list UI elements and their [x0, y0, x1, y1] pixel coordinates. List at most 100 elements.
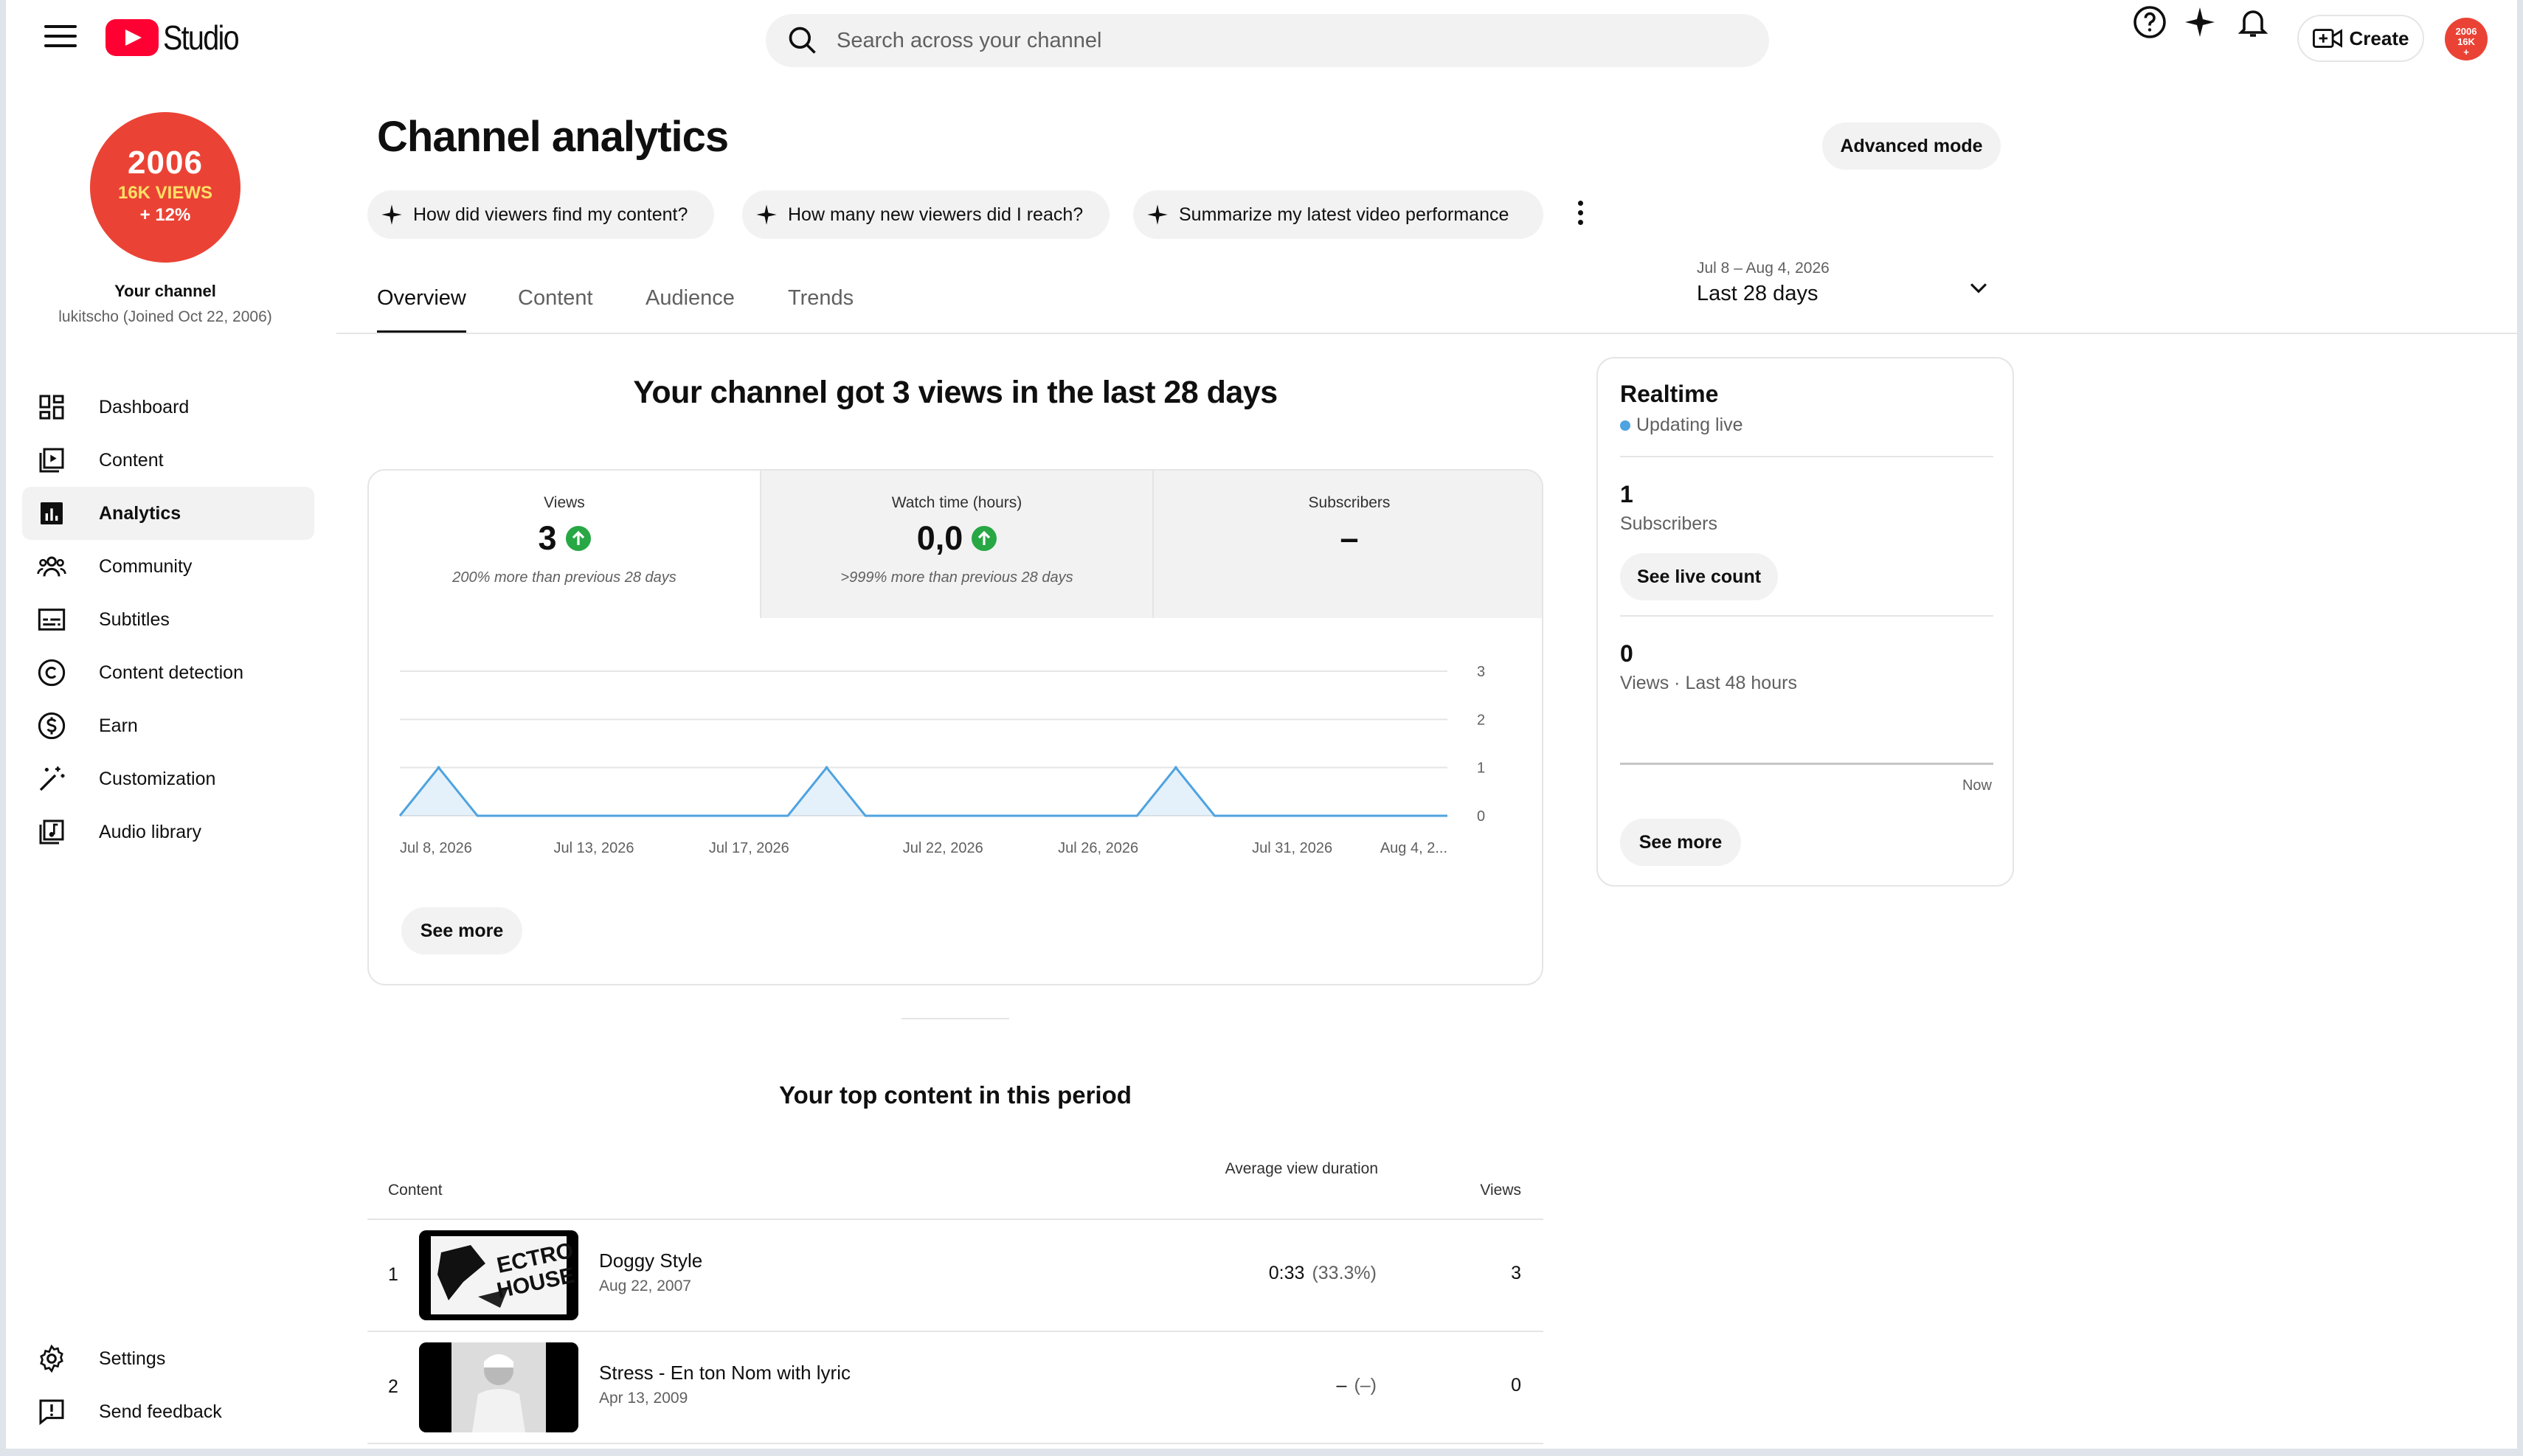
metric-value: 0,0 [916, 519, 963, 557]
x-tick-label: Aug 4, 2... [1380, 840, 1447, 856]
duration-value: – [1336, 1375, 1347, 1396]
top-content-title: Your top content in this period [779, 1081, 1132, 1109]
feedback-icon [35, 1396, 68, 1428]
tab-overview[interactable]: Overview [377, 286, 466, 333]
create-label: Create [2349, 27, 2409, 49]
duration-percent: (33.3%) [1312, 1263, 1377, 1283]
table-row[interactable]: 2 Stress - En ton Nom with lyric Apr 13,… [367, 1332, 1543, 1444]
metric-tabs: Views 3 200% more than previous 28 days … [369, 471, 1542, 618]
search-icon [789, 27, 816, 54]
sparkle-icon[interactable] [2182, 4, 2218, 40]
chip-label: How did viewers find my content? [413, 204, 688, 225]
avg-view-duration: – (–) [1179, 1375, 1377, 1396]
search-input[interactable]: Search across your channel [837, 29, 1101, 53]
gear-icon [35, 1342, 68, 1375]
see-more-button[interactable]: See more [401, 907, 522, 954]
sidebar-item-settings[interactable]: Settings [22, 1332, 314, 1385]
sidebar-item-content[interactable]: Content [22, 434, 314, 487]
logo-text: Studio [163, 18, 240, 57]
metric-views[interactable]: Views 3 200% more than previous 28 days [369, 471, 761, 618]
date-range-label: Last 28 days [1697, 282, 1818, 305]
sidebar-item-content-detection[interactable]: Content detection [22, 646, 314, 699]
chip-find-content[interactable]: How did viewers find my content? [367, 190, 714, 239]
date-range-picker[interactable]: Jul 8 – Aug 4, 2026 Last 28 days [1697, 260, 1992, 311]
live-dot-icon [1620, 420, 1630, 431]
video-thumbnail[interactable]: ECTRO HOUSE [419, 1230, 578, 1320]
sparkle-icon [756, 204, 777, 225]
video-title[interactable]: Stress - En ton Nom with lyric [599, 1362, 851, 1384]
earn-icon [35, 710, 68, 742]
x-tick-label: Jul 26, 2026 [1058, 840, 1138, 856]
y-tick-label: 1 [1477, 760, 1485, 777]
see-live-count-button[interactable]: See live count [1620, 553, 1778, 600]
video-title[interactable]: Doggy Style [599, 1249, 702, 1272]
sidebar-item-label: Settings [99, 1348, 166, 1369]
chip-label: How many new viewers did I reach? [788, 204, 1084, 225]
advanced-mode-button[interactable]: Advanced mode [1822, 122, 2001, 170]
column-header-views[interactable]: Views [1444, 1182, 1521, 1199]
avatar-line-1: 2006 [128, 145, 203, 181]
bell-icon[interactable] [2235, 4, 2271, 40]
divider [1620, 615, 1993, 617]
sidebar-item-label: Audio library [99, 821, 201, 842]
table-header: Content Average view duration Views [367, 1151, 1543, 1220]
chip-new-viewers[interactable]: How many new viewers did I reach? [742, 190, 1110, 239]
chip-summarize-video[interactable]: Summarize my latest video performance [1133, 190, 1543, 239]
realtime-subscribers-value: 1 [1620, 481, 1633, 507]
sidebar-item-label: Dashboard [99, 396, 190, 417]
realtime-see-more-button[interactable]: See more [1620, 819, 1741, 866]
sidebar: 2006 16K VIEWS + 12% Your channel lukits… [6, 77, 330, 1449]
sidebar-item-label: Subtitles [99, 609, 170, 630]
x-tick-label: Jul 22, 2026 [903, 840, 983, 856]
avatar-line-2: 16K VIEWS [117, 183, 213, 203]
y-tick-label: 3 [1477, 664, 1485, 680]
sidebar-item-dashboard[interactable]: Dashboard [22, 381, 314, 434]
table-row[interactable]: 1 ECTRO HOUSE Doggy Style Aug 22, 2007 0… [367, 1220, 1543, 1332]
menu-icon[interactable] [44, 25, 77, 52]
youtube-play-icon [105, 19, 159, 56]
column-header-avg-duration[interactable]: Average view duration [1223, 1157, 1378, 1181]
metric-subscribers[interactable]: Subscribers – [1154, 471, 1542, 618]
sidebar-item-label: Analytics [99, 502, 181, 524]
channel-avatar[interactable]: 2006 16K VIEWS + 12% [90, 112, 240, 263]
sidebar-item-label: Community [99, 555, 193, 577]
metric-value-row: 0,0 [761, 519, 1152, 558]
tab-divider [336, 333, 2517, 334]
avg-view-duration: 0:33 (33.3%) [1179, 1263, 1377, 1284]
sidebar-item-send-feedback[interactable]: Send feedback [22, 1385, 314, 1438]
sidebar-item-audio-library[interactable]: Audio library [22, 805, 314, 859]
metric-label: Subscribers [1308, 494, 1391, 511]
sidebar-item-customization[interactable]: Customization [22, 752, 314, 805]
sidebar-item-subtitles[interactable]: Subtitles [22, 593, 314, 646]
channel-title[interactable]: Your channel [6, 282, 325, 301]
x-tick-label: Jul 17, 2026 [709, 840, 789, 856]
sidebar-item-label: Content [99, 449, 164, 471]
create-button[interactable]: Create [2297, 15, 2424, 62]
account-avatar[interactable]: 2006 16K + [2445, 18, 2488, 60]
sidebar-nav: Dashboard Content Analytics Community Su… [22, 381, 314, 859]
sidebar-item-label: Send feedback [99, 1401, 222, 1422]
search-bar[interactable]: Search across your channel [766, 14, 1769, 67]
realtime-title: Realtime [1620, 381, 1719, 407]
metric-label: Views [544, 494, 585, 511]
more-options-icon[interactable] [1574, 201, 1586, 230]
y-tick-label: 0 [1477, 808, 1485, 825]
sidebar-item-analytics[interactable]: Analytics [22, 487, 314, 540]
video-thumbnail[interactable] [419, 1342, 578, 1432]
realtime-subscribers-label: Subscribers [1620, 513, 1717, 534]
metric-watch-time[interactable]: Watch time (hours) 0,0 >999% more than p… [761, 471, 1154, 618]
tab-audience[interactable]: Audience [646, 286, 735, 333]
realtime-status: Updating live [1620, 415, 1743, 436]
sidebar-item-community[interactable]: Community [22, 540, 314, 593]
tab-trends[interactable]: Trends [788, 286, 854, 333]
subtitles-icon [35, 603, 68, 636]
studio-logo[interactable]: Studio [105, 18, 250, 57]
chevron-down-icon [1970, 283, 1987, 294]
help-icon[interactable] [2132, 4, 2167, 40]
tab-content[interactable]: Content [518, 286, 593, 333]
metric-value-row: 3 [369, 519, 760, 558]
series-line [398, 766, 1447, 817]
realtime-chart-baseline [1620, 763, 1993, 765]
sidebar-item-earn[interactable]: Earn [22, 699, 314, 752]
metric-value: – [1340, 519, 1359, 557]
